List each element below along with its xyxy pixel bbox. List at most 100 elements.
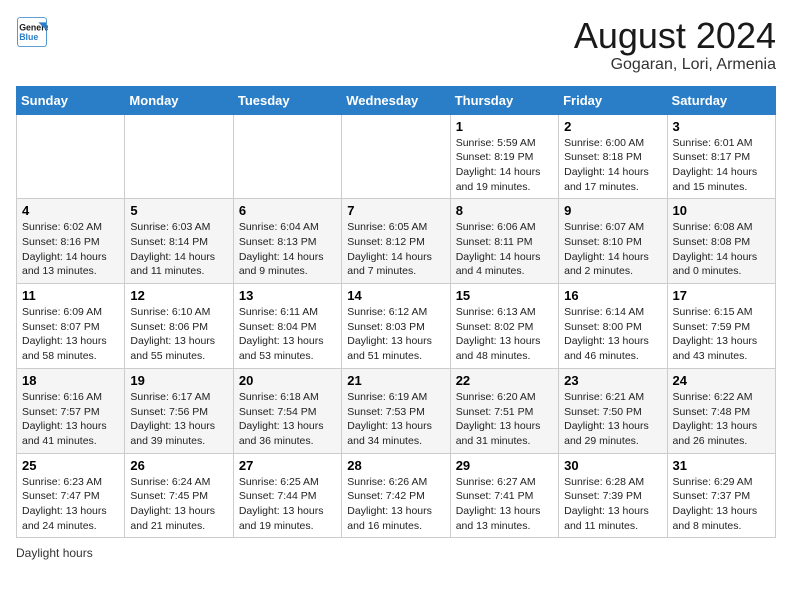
day-number: 27	[239, 458, 336, 473]
day-info: Sunrise: 6:22 AMSunset: 7:48 PMDaylight:…	[673, 390, 770, 449]
title-block: August 2024 Gogaran, Lori, Armenia	[574, 16, 776, 74]
day-info: Sunrise: 6:15 AMSunset: 7:59 PMDaylight:…	[673, 305, 770, 364]
weekday-header: Friday	[559, 86, 667, 114]
day-number: 18	[22, 373, 119, 388]
day-number: 8	[456, 203, 553, 218]
day-number: 21	[347, 373, 444, 388]
calendar-cell: 28Sunrise: 6:26 AMSunset: 7:42 PMDayligh…	[342, 453, 450, 538]
calendar-week-row: 1Sunrise: 5:59 AMSunset: 8:19 PMDaylight…	[17, 114, 776, 199]
calendar-cell: 25 Sunrise: 6:23 AMSunset: 7:47 PMDayligh…	[17, 453, 125, 538]
calendar-cell: 11Sunrise: 6:09 AMSunset: 8:07 PMDayligh…	[17, 284, 125, 369]
day-number: 14	[347, 288, 444, 303]
day-number: 25	[22, 458, 119, 473]
weekday-header: Tuesday	[233, 86, 341, 114]
day-number: 30	[564, 458, 661, 473]
day-info: Sunrise: 6:16 AMSunset: 7:57 PMDaylight:…	[22, 390, 119, 449]
day-info: Sunrise: 6:20 AMSunset: 7:51 PMDaylight:…	[456, 390, 553, 449]
day-number: 10	[673, 203, 770, 218]
day-number: 12	[130, 288, 227, 303]
calendar-cell: 29Sunrise: 6:27 AMSunset: 7:41 PMDayligh…	[450, 453, 558, 538]
calendar-cell: 27 Sunrise: 6:25 AMSunset: 7:44 PMDayligh…	[233, 453, 341, 538]
calendar-cell: 2Sunrise: 6:00 AMSunset: 8:18 PMDaylight…	[559, 114, 667, 199]
day-info: Sunrise: 6:12 AMSunset: 8:03 PMDaylight:…	[347, 305, 444, 364]
day-number: 17	[673, 288, 770, 303]
day-info: Sunrise: 6:29 AMSunset: 7:37 PMDaylight:…	[673, 475, 770, 534]
day-info: Sunrise: 6:19 AMSunset: 7:53 PMDaylight:…	[347, 390, 444, 449]
day-info: Sunrise: 6:21 AMSunset: 7:50 PMDaylight:…	[564, 390, 661, 449]
page-title: August 2024	[574, 16, 776, 56]
day-number: 28	[347, 458, 444, 473]
day-number: 4	[22, 203, 119, 218]
day-info: Sunrise: 6:11 AMSunset: 8:04 PMDaylight:…	[239, 305, 336, 364]
calendar-table: SundayMondayTuesdayWednesdayThursdayFrid…	[16, 86, 776, 539]
day-info: Sunrise: 6:09 AMSunset: 8:07 PMDaylight:…	[22, 305, 119, 364]
calendar-cell: 10Sunrise: 6:08 AMSunset: 8:08 PMDayligh…	[667, 199, 775, 284]
day-number: 23	[564, 373, 661, 388]
weekday-header: Saturday	[667, 86, 775, 114]
weekday-row: SundayMondayTuesdayWednesdayThursdayFrid…	[17, 86, 776, 114]
calendar-cell: 30Sunrise: 6:28 AMSunset: 7:39 PMDayligh…	[559, 453, 667, 538]
day-number: 31	[673, 458, 770, 473]
calendar-cell	[125, 114, 233, 199]
calendar-cell: 14 Sunrise: 6:12 AMSunset: 8:03 PMDayligh…	[342, 284, 450, 369]
calendar-cell: 13 Sunrise: 6:11 AMSunset: 8:04 PMDayligh…	[233, 284, 341, 369]
day-info: Sunrise: 6:00 AMSunset: 8:18 PMDaylight:…	[564, 136, 661, 195]
calendar-cell: 26Sunrise: 6:24 AMSunset: 7:45 PMDayligh…	[125, 453, 233, 538]
calendar-cell: 5 Sunrise: 6:03 AMSunset: 8:14 PMDaylight…	[125, 199, 233, 284]
day-info: Sunrise: 6:10 AMSunset: 8:06 PMDaylight:…	[130, 305, 227, 364]
day-info: Sunrise: 6:03 AMSunset: 8:14 PMDaylight:…	[130, 220, 227, 279]
calendar-cell: 6 Sunrise: 6:04 AMSunset: 8:13 PMDaylight…	[233, 199, 341, 284]
calendar-cell: 8 Sunrise: 6:06 AMSunset: 8:11 PMDaylight…	[450, 199, 558, 284]
day-number: 5	[130, 203, 227, 218]
day-number: 26	[130, 458, 227, 473]
day-number: 9	[564, 203, 661, 218]
calendar-cell: 21 Sunrise: 6:19 AMSunset: 7:53 PMDayligh…	[342, 368, 450, 453]
day-number: 24	[673, 373, 770, 388]
day-info: Sunrise: 6:04 AMSunset: 8:13 PMDaylight:…	[239, 220, 336, 279]
day-info: Sunrise: 6:23 AMSunset: 7:47 PMDaylight:…	[22, 475, 119, 534]
day-number: 19	[130, 373, 227, 388]
day-number: 6	[239, 203, 336, 218]
day-number: 1	[456, 119, 553, 134]
calendar-body: 1Sunrise: 5:59 AMSunset: 8:19 PMDaylight…	[17, 114, 776, 538]
calendar-cell: 12 Sunrise: 6:10 AMSunset: 8:06 PMDayligh…	[125, 284, 233, 369]
calendar-cell	[233, 114, 341, 199]
day-number: 7	[347, 203, 444, 218]
page-header: General Blue General Blue August 2024 Go…	[16, 16, 776, 74]
calendar-week-row: 11Sunrise: 6:09 AMSunset: 8:07 PMDayligh…	[17, 284, 776, 369]
calendar-cell: 16 Sunrise: 6:14 AMSunset: 8:00 PMDayligh…	[559, 284, 667, 369]
footer-note: Daylight hours	[16, 546, 776, 560]
calendar-cell: 19 Sunrise: 6:17 AMSunset: 7:56 PMDayligh…	[125, 368, 233, 453]
calendar-header: SundayMondayTuesdayWednesdayThursdayFrid…	[17, 86, 776, 114]
day-number: 16	[564, 288, 661, 303]
weekday-header: Thursday	[450, 86, 558, 114]
calendar-cell: 24 Sunrise: 6:22 AMSunset: 7:48 PMDayligh…	[667, 368, 775, 453]
day-info: Sunrise: 6:02 AMSunset: 8:16 PMDaylight:…	[22, 220, 119, 279]
calendar-cell: 22 Sunrise: 6:20 AMSunset: 7:51 PMDayligh…	[450, 368, 558, 453]
calendar-cell: 9 Sunrise: 6:07 AMSunset: 8:10 PMDaylight…	[559, 199, 667, 284]
calendar-cell: 4 Sunrise: 6:02 AMSunset: 8:16 PMDaylight…	[17, 199, 125, 284]
day-info: Sunrise: 6:17 AMSunset: 7:56 PMDaylight:…	[130, 390, 227, 449]
calendar-cell: 31 Sunrise: 6:29 AMSunset: 7:37 PMDayligh…	[667, 453, 775, 538]
calendar-cell: 20Sunrise: 6:18 AMSunset: 7:54 PMDayligh…	[233, 368, 341, 453]
calendar-cell: 17 Sunrise: 6:15 AMSunset: 7:59 PMDayligh…	[667, 284, 775, 369]
day-number: 22	[456, 373, 553, 388]
day-info: Sunrise: 6:07 AMSunset: 8:10 PMDaylight:…	[564, 220, 661, 279]
day-number: 13	[239, 288, 336, 303]
calendar-cell	[17, 114, 125, 199]
day-info: Sunrise: 6:14 AMSunset: 8:00 PMDaylight:…	[564, 305, 661, 364]
calendar-cell: 1Sunrise: 5:59 AMSunset: 8:19 PMDaylight…	[450, 114, 558, 199]
day-number: 15	[456, 288, 553, 303]
calendar-cell: 7Sunrise: 6:05 AMSunset: 8:12 PMDaylight…	[342, 199, 450, 284]
calendar-week-row: 25 Sunrise: 6:23 AMSunset: 7:47 PMDayligh…	[17, 453, 776, 538]
svg-text:Blue: Blue	[19, 32, 38, 42]
calendar-cell: 23 Sunrise: 6:21 AMSunset: 7:50 PMDayligh…	[559, 368, 667, 453]
calendar-cell	[342, 114, 450, 199]
logo-icon: General Blue	[16, 16, 48, 48]
day-info: Sunrise: 6:06 AMSunset: 8:11 PMDaylight:…	[456, 220, 553, 279]
calendar-week-row: 18 Sunrise: 6:16 AMSunset: 7:57 PMDayligh…	[17, 368, 776, 453]
calendar-cell: 3Sunrise: 6:01 AMSunset: 8:17 PMDaylight…	[667, 114, 775, 199]
day-info: Sunrise: 6:18 AMSunset: 7:54 PMDaylight:…	[239, 390, 336, 449]
day-info: Sunrise: 6:25 AMSunset: 7:44 PMDaylight:…	[239, 475, 336, 534]
weekday-header: Monday	[125, 86, 233, 114]
